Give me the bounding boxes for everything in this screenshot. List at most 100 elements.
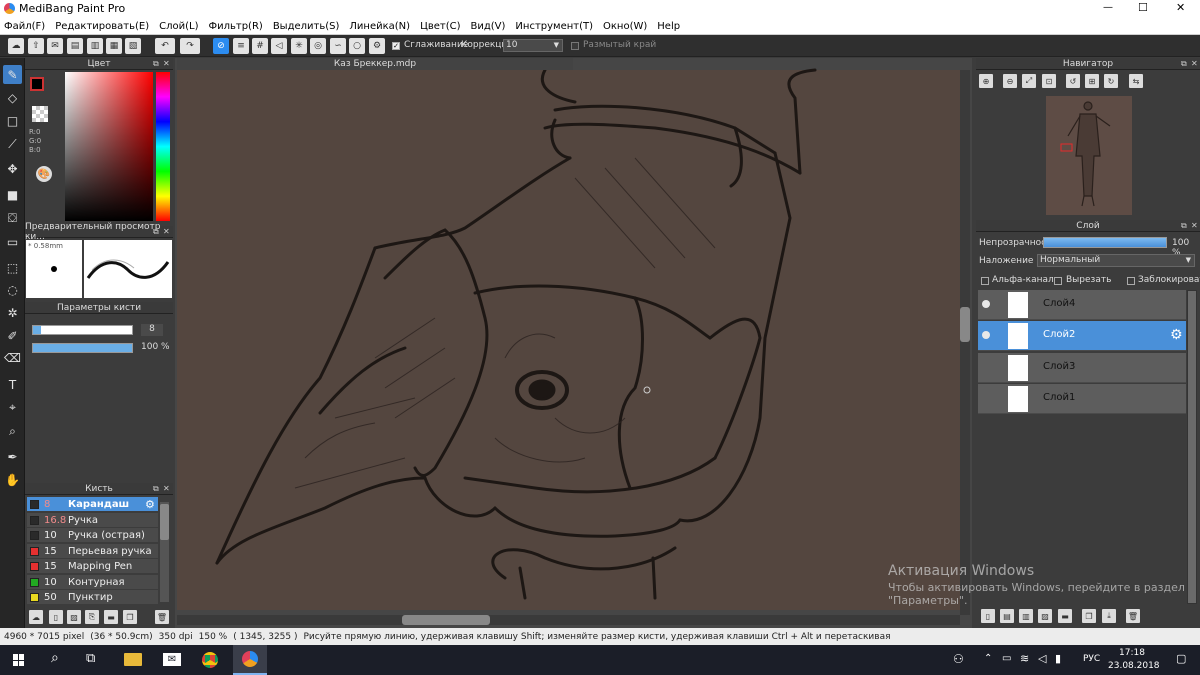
comment-icon[interactable]: ✉ bbox=[47, 38, 63, 54]
panels-icon[interactable]: ▧ bbox=[125, 38, 141, 54]
bucket-tool-icon[interactable]: ⛋ bbox=[3, 208, 22, 227]
layer-visibility-icon[interactable] bbox=[982, 300, 990, 308]
chat-icon[interactable]: ▤ bbox=[67, 38, 83, 54]
menu-tool[interactable]: Инструмент(T) bbox=[515, 21, 593, 32]
magic-wand-tool-icon[interactable]: ✲ bbox=[3, 303, 22, 322]
curve-snap-icon[interactable]: ∽ bbox=[330, 38, 346, 54]
folder-icon[interactable]: ▬ bbox=[104, 610, 118, 624]
layer-visibility-icon[interactable] bbox=[982, 363, 990, 371]
panel-expand-icon[interactable]: ⧉ bbox=[153, 484, 159, 494]
search-icon[interactable]: ⌕ bbox=[51, 650, 59, 666]
menu-layer[interactable]: Слой(L) bbox=[159, 21, 198, 32]
snap-settings-icon[interactable]: ⚙ bbox=[369, 38, 385, 54]
operation-tool-icon[interactable]: ⌖ bbox=[3, 397, 22, 416]
shape-tool-icon[interactable]: □ bbox=[3, 111, 22, 130]
menu-help[interactable]: Help bbox=[657, 21, 680, 32]
smoothing-checkbox[interactable]: ✓ bbox=[392, 42, 400, 50]
clock-date[interactable]: 23.08.2018 bbox=[1108, 661, 1160, 671]
brush-item[interactable]: 15 Перьевая ручка bbox=[27, 543, 158, 559]
saturation-value-picker[interactable] bbox=[65, 72, 153, 221]
hue-slider[interactable] bbox=[156, 72, 170, 221]
ellipse-snap-icon[interactable]: ○ bbox=[349, 38, 365, 54]
gradient-tool-icon[interactable]: ▭ bbox=[3, 232, 22, 251]
chrome-icon[interactable] bbox=[202, 652, 218, 668]
brush-item[interactable]: 10Контурная ручка bbox=[27, 574, 158, 603]
medibang-taskbar-icon[interactable] bbox=[233, 645, 267, 675]
horizontal-scrollbar-thumb[interactable] bbox=[402, 615, 490, 625]
navigator-preview[interactable] bbox=[1046, 96, 1132, 215]
primary-color-swatch[interactable] bbox=[30, 77, 44, 91]
brush-item[interactable]: 8 Карандаш ⚙ bbox=[27, 497, 158, 512]
drawing-canvas[interactable] bbox=[175, 58, 972, 628]
actual-size-icon[interactable]: ⊡ bbox=[1042, 74, 1056, 88]
move-tool-icon[interactable]: ✥ bbox=[3, 159, 22, 178]
brush-settings-gear-icon[interactable]: ⚙ bbox=[145, 497, 155, 512]
panel-close-icon[interactable]: ✕ bbox=[163, 227, 170, 237]
layer-visibility-icon[interactable] bbox=[982, 331, 990, 340]
merge-down-icon[interactable]: ⤓ bbox=[1102, 609, 1116, 623]
undo-icon[interactable]: ↶ bbox=[155, 38, 175, 54]
menu-ruler[interactable]: Линейка(N) bbox=[349, 21, 410, 32]
brush-opacity-slider[interactable] bbox=[32, 343, 133, 353]
reset-view-icon[interactable]: ⊞ bbox=[1085, 74, 1099, 88]
grid-snap-icon[interactable]: # bbox=[252, 38, 268, 54]
folder-layer-icon[interactable]: ▬ bbox=[1058, 609, 1072, 623]
line-tool-icon[interactable]: ⟋ bbox=[3, 134, 22, 153]
fill-rect-tool-icon[interactable]: ■ bbox=[3, 185, 22, 204]
delete-layer-icon[interactable]: 🗑 bbox=[1126, 609, 1140, 623]
layer-settings-gear-icon[interactable]: ⚙ bbox=[1170, 327, 1183, 343]
canvas-vertical-scrollbar[interactable] bbox=[960, 70, 970, 615]
brush-item[interactable]: 10 Ручка (острая) bbox=[27, 528, 158, 543]
blend-mode-select[interactable]: Нормальный ▼ bbox=[1037, 254, 1195, 267]
network-icon[interactable]: ▭ bbox=[1002, 653, 1011, 664]
text-tool-icon[interactable]: T bbox=[3, 375, 22, 394]
battery-icon[interactable]: ▮ bbox=[1055, 652, 1061, 665]
people-icon[interactable]: ⚇ bbox=[953, 652, 964, 666]
scrollbar-thumb[interactable] bbox=[160, 504, 169, 540]
tray-up-icon[interactable]: ⌃ bbox=[984, 653, 992, 664]
panel-close-icon[interactable]: ✕ bbox=[163, 484, 170, 494]
pen-tool-icon[interactable]: ✒ bbox=[3, 447, 22, 466]
redo-icon[interactable]: ↷ bbox=[180, 38, 200, 54]
no-snap-icon[interactable]: ⊘ bbox=[213, 38, 229, 54]
menu-filter[interactable]: Фильтр(R) bbox=[208, 21, 262, 32]
document-icon[interactable]: ▥ bbox=[87, 38, 103, 54]
fit-icon[interactable]: ⤢ bbox=[1022, 74, 1036, 88]
layer-scrollbar-thumb[interactable] bbox=[1188, 291, 1196, 603]
delete-brush-icon[interactable]: 🗑 bbox=[155, 610, 169, 624]
new-color-layer-icon[interactable]: ▤ bbox=[1000, 609, 1014, 623]
panel-expand-icon[interactable]: ⧉ bbox=[1181, 221, 1187, 231]
maximize-button[interactable]: ☐ bbox=[1138, 1, 1148, 14]
menu-color[interactable]: Цвет(C) bbox=[420, 21, 460, 32]
brush-tool-icon[interactable]: ✎ bbox=[3, 65, 22, 84]
lasso-tool-icon[interactable]: ◌ bbox=[3, 280, 22, 299]
layer-visibility-icon[interactable] bbox=[982, 394, 990, 402]
panel-close-icon[interactable]: ✕ bbox=[1191, 221, 1198, 231]
copy-brush-icon[interactable]: ⎘ bbox=[85, 610, 99, 624]
select-eraser-tool-icon[interactable]: ⌫ bbox=[3, 348, 22, 367]
upload-icon[interactable]: ⇧ bbox=[28, 38, 44, 54]
new-layer-icon[interactable]: ▯ bbox=[981, 609, 995, 623]
vertical-scrollbar-thumb[interactable] bbox=[960, 307, 970, 342]
brush-list-scrollbar[interactable] bbox=[160, 502, 169, 602]
blur-edge-checkbox[interactable] bbox=[571, 42, 579, 50]
radial-snap-icon[interactable]: ✳ bbox=[291, 38, 307, 54]
panel-expand-icon[interactable]: ⧉ bbox=[153, 227, 159, 237]
brush-item[interactable]: 50 Пунктир bbox=[27, 590, 158, 605]
grid-list-icon[interactable]: ▦ bbox=[106, 38, 122, 54]
flip-icon[interactable]: ⇆ bbox=[1129, 74, 1143, 88]
cloud-brush-icon[interactable]: ☁ bbox=[29, 610, 43, 624]
language-indicator[interactable]: РУС bbox=[1083, 654, 1100, 664]
panel-expand-icon[interactable]: ⧉ bbox=[1181, 59, 1187, 69]
panel-expand-icon[interactable]: ⧉ bbox=[153, 59, 159, 69]
new-brush-icon[interactable]: ▯ bbox=[49, 610, 63, 624]
mail-icon[interactable]: ✉ bbox=[163, 653, 181, 666]
rotate-left-icon[interactable]: ↺ bbox=[1066, 74, 1080, 88]
layer-opacity-slider[interactable] bbox=[1043, 237, 1167, 248]
volume-icon[interactable]: ◁ bbox=[1038, 652, 1046, 665]
file-explorer-icon[interactable] bbox=[124, 653, 142, 666]
brush-item[interactable]: 16.8 Ручка bbox=[27, 512, 158, 528]
circle-snap-icon[interactable]: ◎ bbox=[310, 38, 326, 54]
canvas-horizontal-scrollbar[interactable] bbox=[177, 615, 960, 625]
select-pen-tool-icon[interactable]: ✐ bbox=[3, 326, 22, 345]
